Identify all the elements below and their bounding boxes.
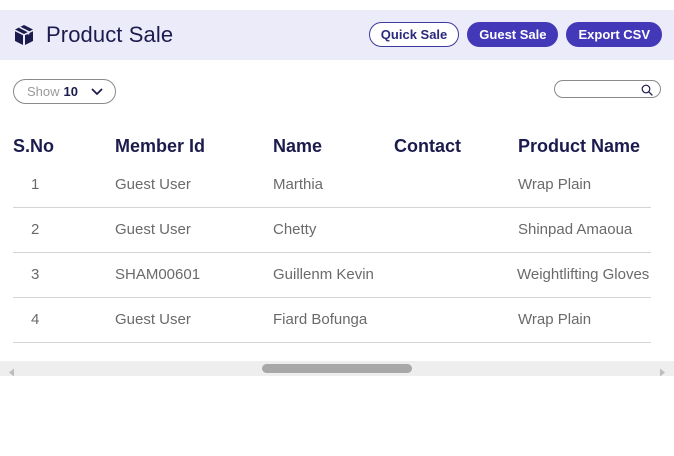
cell-member-id: Guest User [115, 311, 191, 328]
column-header-name[interactable]: Name [273, 136, 322, 157]
horizontal-scrollbar[interactable] [0, 361, 674, 377]
search-icon[interactable] [641, 83, 653, 96]
column-header-product-name[interactable]: Product Name [518, 136, 640, 157]
cell-name: Chetty [273, 221, 317, 238]
cell-product-name: Wrap Plain [518, 176, 592, 193]
show-label: Show [27, 84, 60, 99]
column-header-sno[interactable]: S.No [13, 136, 54, 157]
cell-sno: 4 [31, 311, 40, 328]
cell-product-name: Weightlifting Gloves [517, 266, 650, 283]
cell-member-id: Guest User [115, 176, 191, 193]
header-actions: Quick Sale Guest Sale Export CSV [368, 22, 662, 47]
table-row: 4 Guest User Fiard Bofunga Wrap Plain [13, 298, 651, 343]
table-row: 1 Guest User Marthia Wrap Plain [13, 163, 651, 208]
scroll-right-arrow-icon[interactable] [658, 364, 666, 382]
search-input[interactable] [554, 80, 661, 98]
cell-name: Marthia [273, 176, 324, 193]
page-size-select[interactable]: Show 10 [13, 79, 116, 104]
box-icon [12, 23, 36, 47]
cell-name: Fiard Bofunga [273, 311, 368, 328]
table-row: 2 Guest User Chetty Shinpad Amaoua [13, 208, 651, 253]
scrollbar-thumb[interactable] [262, 364, 412, 373]
export-csv-button[interactable]: Export CSV [566, 22, 662, 47]
page-header: Product Sale Quick Sale Guest Sale Expor… [0, 10, 674, 60]
cell-sno: 2 [31, 221, 40, 238]
column-header-member-id[interactable]: Member Id [115, 136, 205, 157]
cell-product-name: Shinpad Amaoua [518, 221, 633, 238]
title-group: Product Sale [12, 22, 173, 48]
cell-product-name: Wrap Plain [518, 311, 592, 328]
cell-sno: 1 [31, 176, 40, 193]
table-row: 3 SHAM00601 Guillenm Kevin Weightlifting… [13, 253, 651, 298]
page-size-value: 10 [63, 84, 78, 99]
cell-member-id: SHAM00601 [115, 266, 201, 283]
cell-sno: 3 [31, 266, 40, 283]
cell-name: Guillenm Kevin [273, 266, 374, 283]
page-title: Product Sale [46, 22, 174, 47]
column-header-contact[interactable]: Contact [394, 136, 461, 157]
cell-member-id: Guest User [115, 221, 191, 238]
guest-sale-button[interactable]: Guest Sale [467, 22, 559, 47]
scroll-left-arrow-icon[interactable] [8, 364, 16, 382]
chevron-down-icon [91, 86, 103, 98]
quick-sale-button[interactable]: Quick Sale [368, 22, 460, 47]
